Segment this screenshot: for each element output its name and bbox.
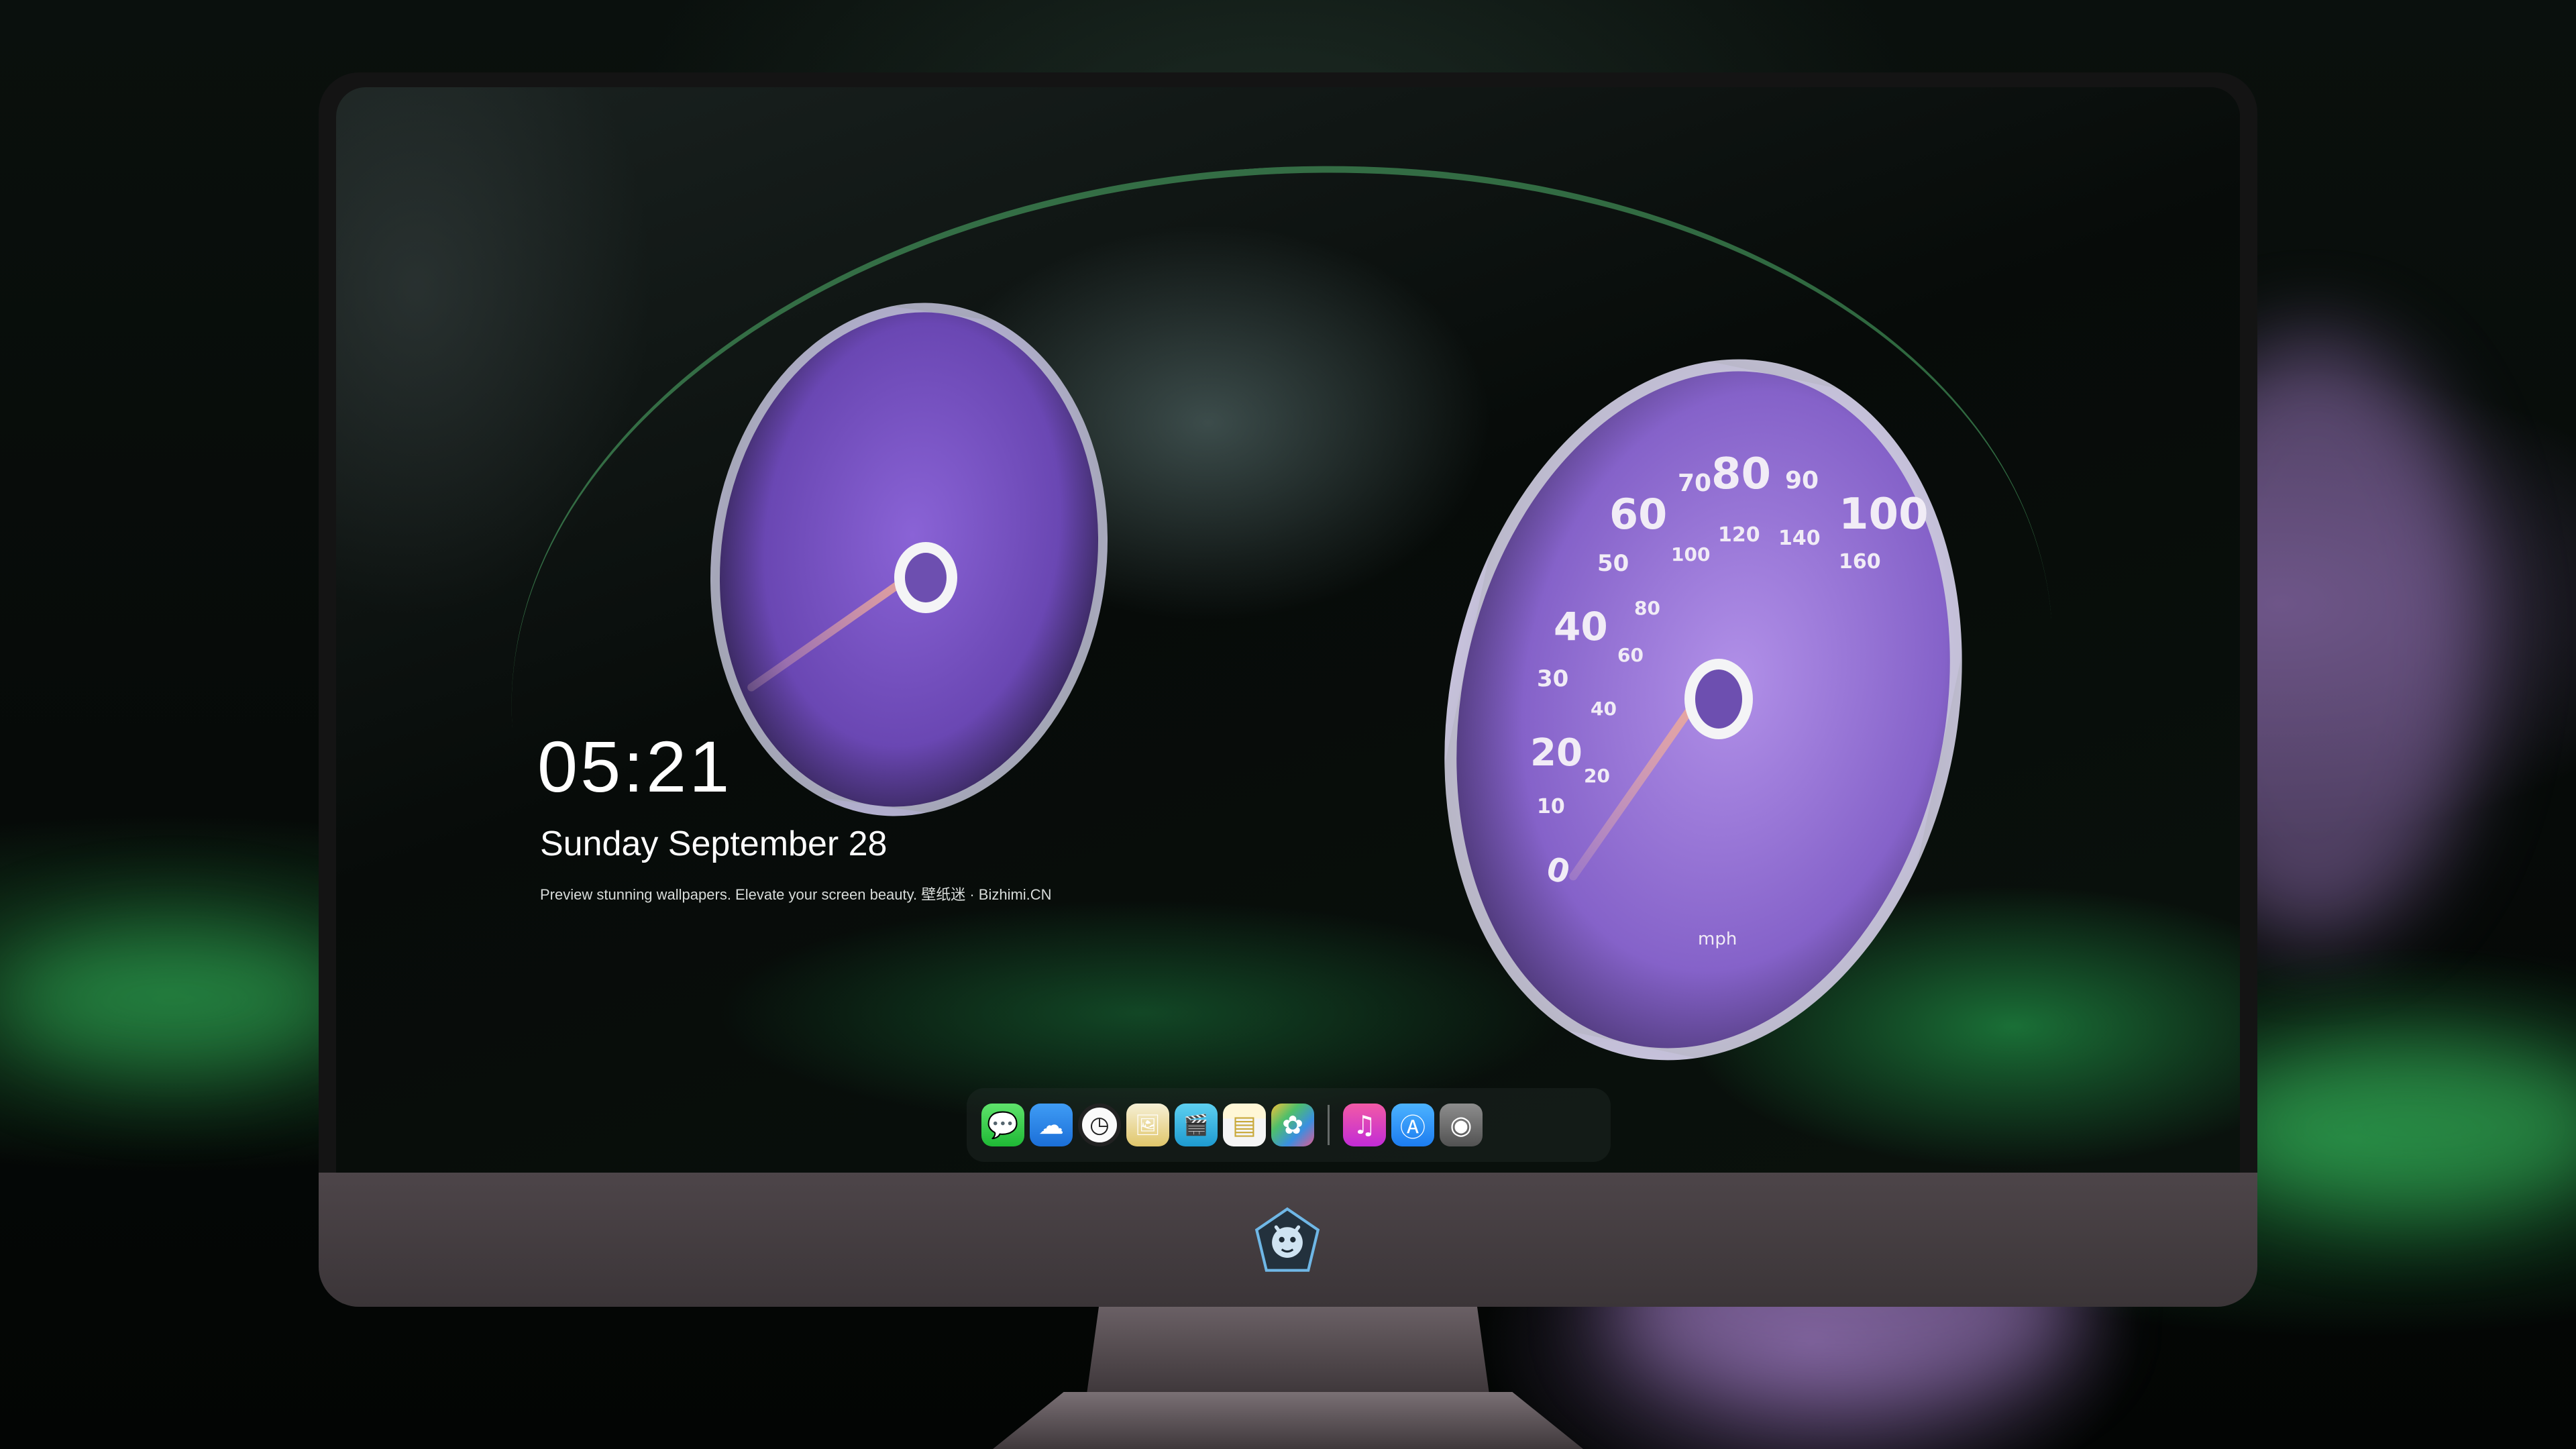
lockscreen-date: Sunday September 28 — [540, 824, 888, 863]
background-glow — [0, 926, 349, 1073]
imac-monitor: 0 10 20 20 30 40 40 50 60 60 70 80 80 90… — [319, 72, 2257, 1307]
notes-glyph: ▤ — [1232, 1110, 1256, 1140]
speed-label: 140 — [1778, 527, 1821, 550]
dragon-logo-icon — [1254, 1207, 1320, 1272]
clock-glyph: ◷ — [1089, 1112, 1110, 1138]
camera-glyph: ◉ — [1450, 1110, 1472, 1140]
speed-unit: mph — [1698, 929, 1737, 949]
weather-glyph: ☁ — [1038, 1110, 1064, 1140]
clips-icon[interactable]: 🎬 — [1175, 1104, 1218, 1146]
lockscreen-tagline: Preview stunning wallpapers. Elevate you… — [540, 886, 1052, 903]
speed-label: 80 — [1711, 449, 1772, 499]
speed-label: 100 — [1671, 543, 1711, 566]
speed-label: 120 — [1718, 523, 1760, 547]
preview-glyph: 🖼 — [1134, 1113, 1161, 1137]
clock-icon[interactable]: ◷ — [1078, 1104, 1121, 1146]
preview-icon[interactable]: 🖼 — [1126, 1104, 1169, 1146]
dock: 💬 ☁ ◷ 🖼 🎬 ▤ ✿ ♫ Ⓐ ◉ — [967, 1088, 1611, 1162]
desktop-screen: 0 10 20 20 30 40 40 50 60 60 70 80 80 90… — [336, 87, 2240, 1174]
speed-label: 70 — [1678, 470, 1712, 497]
lockscreen-clock: 05:21 — [537, 726, 733, 807]
speed-label: 60 — [1617, 644, 1644, 666]
camera-icon[interactable]: ◉ — [1440, 1104, 1483, 1146]
photos-glyph: ✿ — [1282, 1110, 1303, 1140]
monitor-stand-neck — [1087, 1307, 1489, 1394]
speed-label: 20 — [1584, 765, 1610, 787]
speedometer-hub — [1684, 659, 1753, 739]
weather-icon[interactable]: ☁ — [1030, 1104, 1073, 1146]
messages-glyph: 💬 — [987, 1110, 1019, 1140]
background-glow — [2214, 1040, 2576, 1214]
monitor-stand-base — [993, 1392, 1583, 1449]
clips-glyph: 🎬 — [1183, 1113, 1209, 1137]
speed-label: 10 — [1537, 795, 1565, 818]
app-store-icon[interactable]: Ⓐ — [1391, 1104, 1434, 1146]
messages-icon[interactable]: 💬 — [981, 1104, 1024, 1146]
speed-label: 80 — [1634, 597, 1660, 619]
speed-label: 30 — [1537, 665, 1569, 692]
dock-separator — [1328, 1105, 1330, 1145]
app-store-glyph: Ⓐ — [1399, 1112, 1426, 1142]
speed-label: 160 — [1839, 550, 1881, 574]
speed-label: 20 — [1530, 731, 1582, 775]
speed-label: 60 — [1609, 490, 1668, 539]
speed-label: 40 — [1591, 698, 1617, 720]
speed-label: 50 — [1597, 550, 1629, 577]
music-glyph: ♫ — [1352, 1110, 1377, 1140]
music-icon[interactable]: ♫ — [1343, 1104, 1386, 1146]
photos-icon[interactable]: ✿ — [1271, 1104, 1314, 1146]
tachometer-hub — [894, 542, 957, 613]
notes-icon[interactable]: ▤ — [1223, 1104, 1266, 1146]
speed-label: 90 — [1785, 467, 1819, 494]
speed-label: 40 — [1554, 604, 1608, 649]
wallpaper: 0 10 20 20 30 40 40 50 60 60 70 80 80 90… — [336, 87, 2240, 1174]
speed-label: 100 — [1839, 490, 1929, 539]
